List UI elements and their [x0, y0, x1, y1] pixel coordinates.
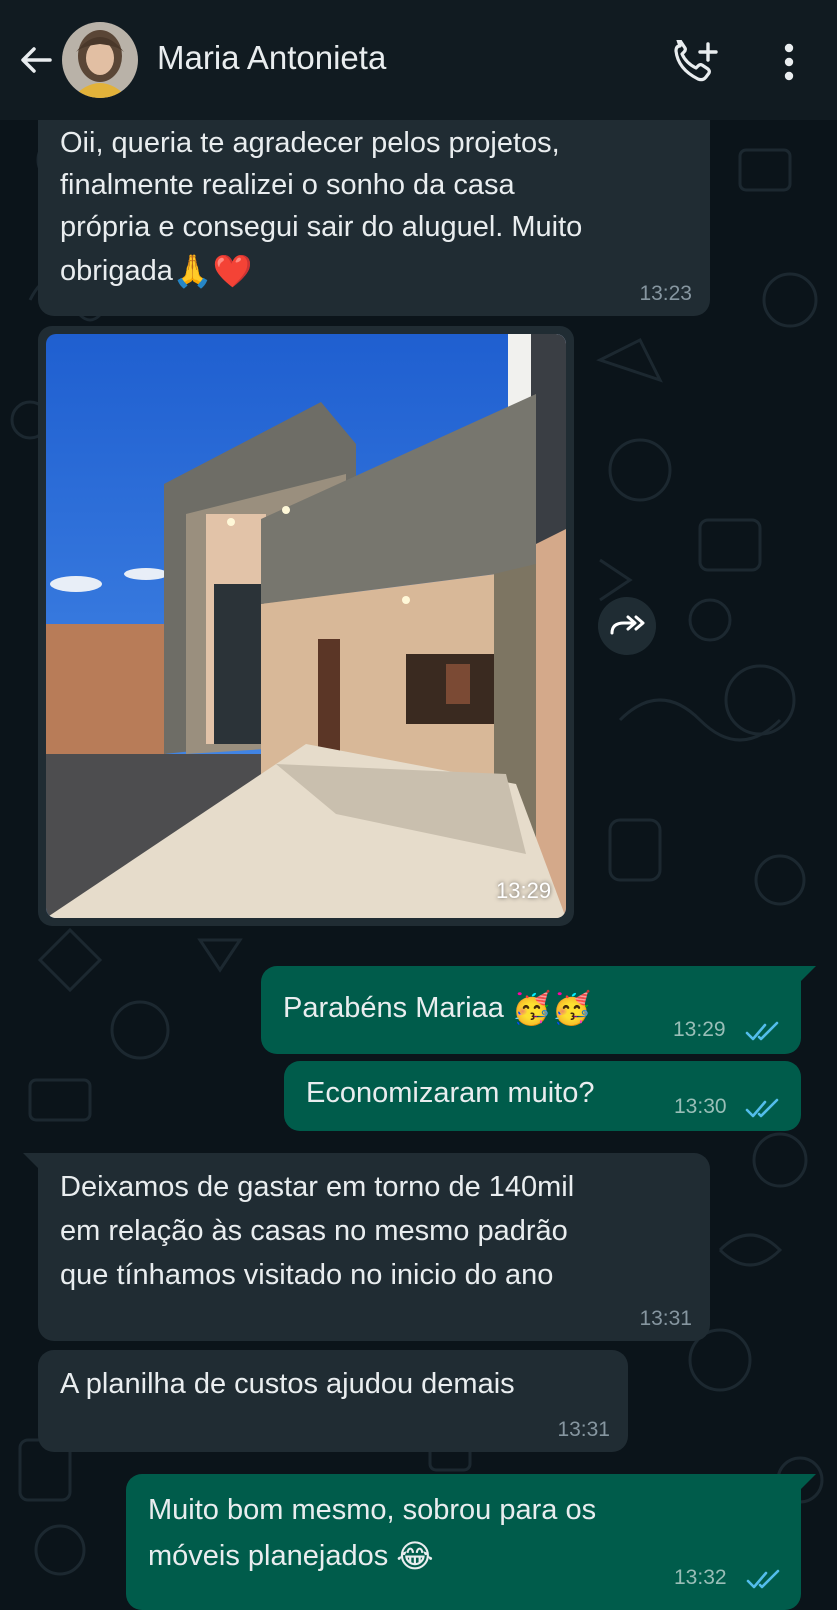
avatar[interactable]	[62, 22, 138, 98]
add-call-icon[interactable]	[672, 40, 720, 84]
bubble-tail	[23, 1153, 39, 1169]
incoming-message[interactable]: Deixamos de gastar em torno de 140mil em…	[38, 1153, 710, 1341]
read-ticks-icon	[746, 1569, 780, 1589]
read-ticks-icon	[745, 1098, 779, 1118]
message-text-line: própria e consegui sair do aluguel. Muit…	[60, 211, 583, 243]
message-text-line: Muito bom mesmo, sobrou para os	[148, 1494, 597, 1526]
bubble-tail	[800, 966, 816, 982]
chat-header: Maria Antonieta	[0, 0, 837, 120]
arrow-left-icon[interactable]	[16, 40, 56, 80]
message-text-line: que tínhamos visitado no inicio do ano	[60, 1259, 554, 1291]
message-time: 13:32	[674, 1566, 727, 1589]
outgoing-message[interactable]: Parabéns Mariaa 🥳🥳 13:29	[261, 966, 801, 1054]
message-text: A planilha de custos ajudou demais	[60, 1368, 515, 1400]
party-face-emoji: 🥳🥳	[511, 989, 592, 1027]
message-text-line: obrigada🙏❤️	[60, 249, 253, 294]
house-photo[interactable]	[46, 334, 566, 918]
message-time: 13:23	[639, 282, 692, 305]
bubble-tail	[800, 1474, 816, 1490]
tears-of-joy-emoji: 😂	[396, 1537, 434, 1575]
message-text-line: Deixamos de gastar em torno de 140mil	[60, 1171, 575, 1203]
contact-name[interactable]: Maria Antonieta	[157, 39, 386, 77]
incoming-image-message[interactable]	[38, 326, 574, 926]
message-text-line: móveis planejados 😂	[148, 1534, 434, 1579]
message-time: 13:31	[557, 1418, 610, 1441]
message-time: 13:29	[673, 1018, 726, 1041]
image-time: 13:29	[496, 878, 552, 903]
message-text: móveis planejados	[148, 1540, 389, 1572]
incoming-message[interactable]: Oii, queria te agradecer pelos projetos,…	[38, 100, 710, 316]
message-text-line: finalmente realizei o sonho da casa	[60, 169, 515, 201]
message-text-line: Oii, queria te agradecer pelos projetos,	[60, 127, 560, 159]
message-time: 13:30	[674, 1095, 727, 1118]
message-text: Economizaram muito?	[306, 1077, 595, 1109]
more-vert-icon[interactable]	[774, 40, 804, 84]
message-text-line: Parabéns Mariaa 🥳🥳	[283, 986, 592, 1031]
read-ticks-icon	[745, 1021, 779, 1041]
message-time: 13:31	[639, 1307, 692, 1330]
message-text: Parabéns Mariaa	[283, 992, 504, 1024]
message-text-line: em relação às casas no mesmo padrão	[60, 1215, 568, 1247]
forward-icon[interactable]	[598, 597, 656, 655]
outgoing-message[interactable]: Economizaram muito? 13:30	[284, 1061, 801, 1131]
message-text: obrigada	[60, 255, 173, 287]
incoming-message[interactable]: A planilha de custos ajudou demais 13:31	[38, 1350, 628, 1452]
outgoing-message[interactable]: Muito bom mesmo, sobrou para os móveis p…	[126, 1474, 801, 1610]
pray-heart-emoji: 🙏❤️	[172, 252, 253, 290]
